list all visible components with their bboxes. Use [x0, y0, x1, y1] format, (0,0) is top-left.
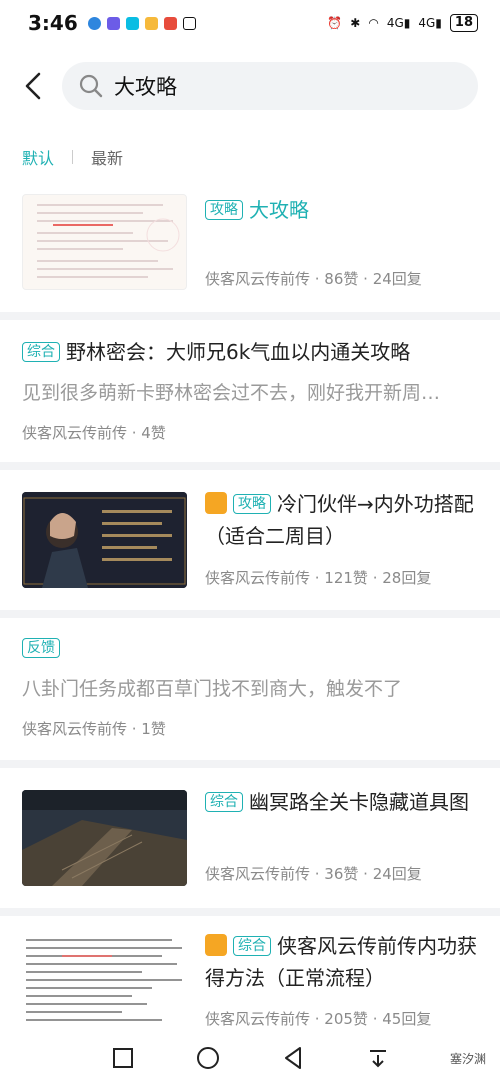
post-thumbnail	[22, 194, 187, 290]
divider	[0, 610, 500, 618]
post-tag: 攻略	[205, 200, 243, 220]
post-thumbnail	[22, 492, 187, 588]
post-meta: 侠客风云传前传 · 205赞 · 45回复	[205, 1010, 432, 1028]
circle-icon	[196, 1047, 219, 1069]
status-bar: 3:46 ⏰ ✱ ◠ 4G▮ 4G▮ 18	[0, 0, 500, 46]
post-card[interactable]: 综合 幽冥路全关卡隐藏道具图 侠客风云传前传 · 36赞 · 24回复	[0, 768, 500, 908]
triangle-back-icon	[284, 1047, 301, 1069]
dropdown-nav-button[interactable]	[363, 1043, 393, 1073]
post-title: 综合 幽冥路全关卡隐藏道具图	[205, 786, 480, 818]
bluetooth-icon: ✱	[350, 16, 361, 30]
post-thumbnail	[22, 790, 187, 886]
post-meta: 侠客风云传前传 · 86赞 · 24回复	[205, 270, 422, 288]
back-button[interactable]	[14, 66, 54, 106]
game-screenshot-graphic	[22, 492, 187, 588]
search-header: 大攻略	[0, 58, 500, 114]
divider	[0, 312, 500, 320]
post-thumbnail	[22, 934, 187, 1030]
post-excerpt: 八卦门任务成都百草门找不到商大，触发不了	[22, 678, 403, 700]
signal-icon-1: 4G▮	[386, 16, 411, 30]
post-meta: 侠客风云传前传 · 121赞 · 28回复	[205, 569, 432, 587]
post-title: 综合 侠客风云传前传内功获得方法（正常流程）	[205, 934, 477, 990]
divider	[0, 760, 500, 768]
message-icon	[125, 16, 139, 30]
post-title: 攻略 大攻略	[205, 194, 480, 226]
post-tag: 综合	[233, 936, 271, 956]
document-thumbnail-graphic	[37, 204, 180, 278]
post-card[interactable]: 攻略 冷门伙伴→内外功搭配（适合二周目） 侠客风云传前传 · 121赞 · 28回…	[0, 470, 500, 610]
text-thumbnail-graphic	[26, 939, 182, 1021]
post-card[interactable]: 综合 野林密会：大师兄6k气血以内通关攻略 见到很多萌新卡野林密会过不去，刚好我开…	[0, 320, 500, 462]
arrow-down-icon	[369, 1050, 386, 1068]
post-text: 攻略 大攻略	[205, 194, 480, 226]
chevron-left-icon	[25, 72, 41, 100]
square-icon	[112, 1048, 133, 1068]
post-tag: 攻略	[233, 494, 271, 514]
post-card[interactable]: 攻略 大攻略 侠客风云传前传 · 86赞 · 24回复	[0, 180, 500, 310]
post-tag: 综合	[22, 342, 60, 362]
back-nav-button[interactable]	[278, 1043, 308, 1073]
system-nav-bar	[0, 1033, 500, 1083]
game-scene-graphic	[22, 790, 187, 886]
wifi-icon: ◠	[368, 16, 379, 30]
post-meta: 侠客风云传前传 · 36赞 · 24回复	[205, 865, 422, 883]
app-icon	[106, 16, 120, 30]
shield-icon	[87, 16, 101, 30]
post-tag-row: 反馈	[22, 638, 66, 659]
sort-tabs: 默认 最新	[22, 145, 123, 169]
post-card[interactable]: 反馈 八卦门任务成都百草门找不到商大，触发不了 侠客风云传前传 · 1赞	[0, 618, 500, 758]
post-title: 攻略 冷门伙伴→内外功搭配（适合二周目）	[205, 492, 474, 548]
divider	[0, 908, 500, 916]
post-meta: 侠客风云传前传 · 4赞	[22, 424, 166, 442]
post-meta: 侠客风云传前传 · 1赞	[22, 720, 166, 738]
tab-default[interactable]: 默认	[22, 145, 54, 169]
post-title: 综合 野林密会：大师兄6k气血以内通关攻略	[22, 336, 410, 368]
mail-icon	[144, 16, 158, 30]
thumbs-up-icon	[205, 934, 227, 956]
app-red-icon	[163, 16, 177, 30]
notification-icons	[87, 16, 196, 30]
clock: 3:46	[28, 11, 78, 35]
post-text: 综合 侠客风云传前传内功获得方法（正常流程）	[205, 930, 480, 994]
tab-divider	[72, 150, 74, 164]
search-icon	[79, 74, 103, 98]
thumbs-up-icon	[205, 492, 227, 514]
tab-latest[interactable]: 最新	[91, 145, 123, 169]
home-button[interactable]	[193, 1043, 223, 1073]
battery-icon: 18	[449, 14, 478, 32]
nfc-icon	[182, 16, 196, 30]
recent-apps-button[interactable]	[108, 1043, 138, 1073]
watermark: 塞汐渊	[449, 1052, 486, 1066]
signal-icon-2: 4G▮	[418, 16, 442, 30]
post-text: 综合 幽冥路全关卡隐藏道具图	[205, 786, 480, 818]
post-tag: 综合	[205, 792, 243, 812]
alarm-icon: ⏰	[327, 16, 343, 30]
search-input[interactable]: 大攻略	[62, 62, 478, 110]
post-excerpt: 见到很多萌新卡野林密会过不去，刚好我开新周…	[22, 382, 441, 404]
search-query: 大攻略	[114, 75, 177, 99]
divider	[0, 462, 500, 470]
post-tag: 反馈	[22, 638, 60, 658]
post-card[interactable]: 综合 侠客风云传前传内功获得方法（正常流程） 侠客风云传前传 · 205赞 · 4…	[0, 916, 500, 1033]
system-icons: ⏰ ✱ ◠ 4G▮ 4G▮ 18	[327, 14, 478, 32]
post-text: 攻略 冷门伙伴→内外功搭配（适合二周目）	[205, 488, 480, 552]
